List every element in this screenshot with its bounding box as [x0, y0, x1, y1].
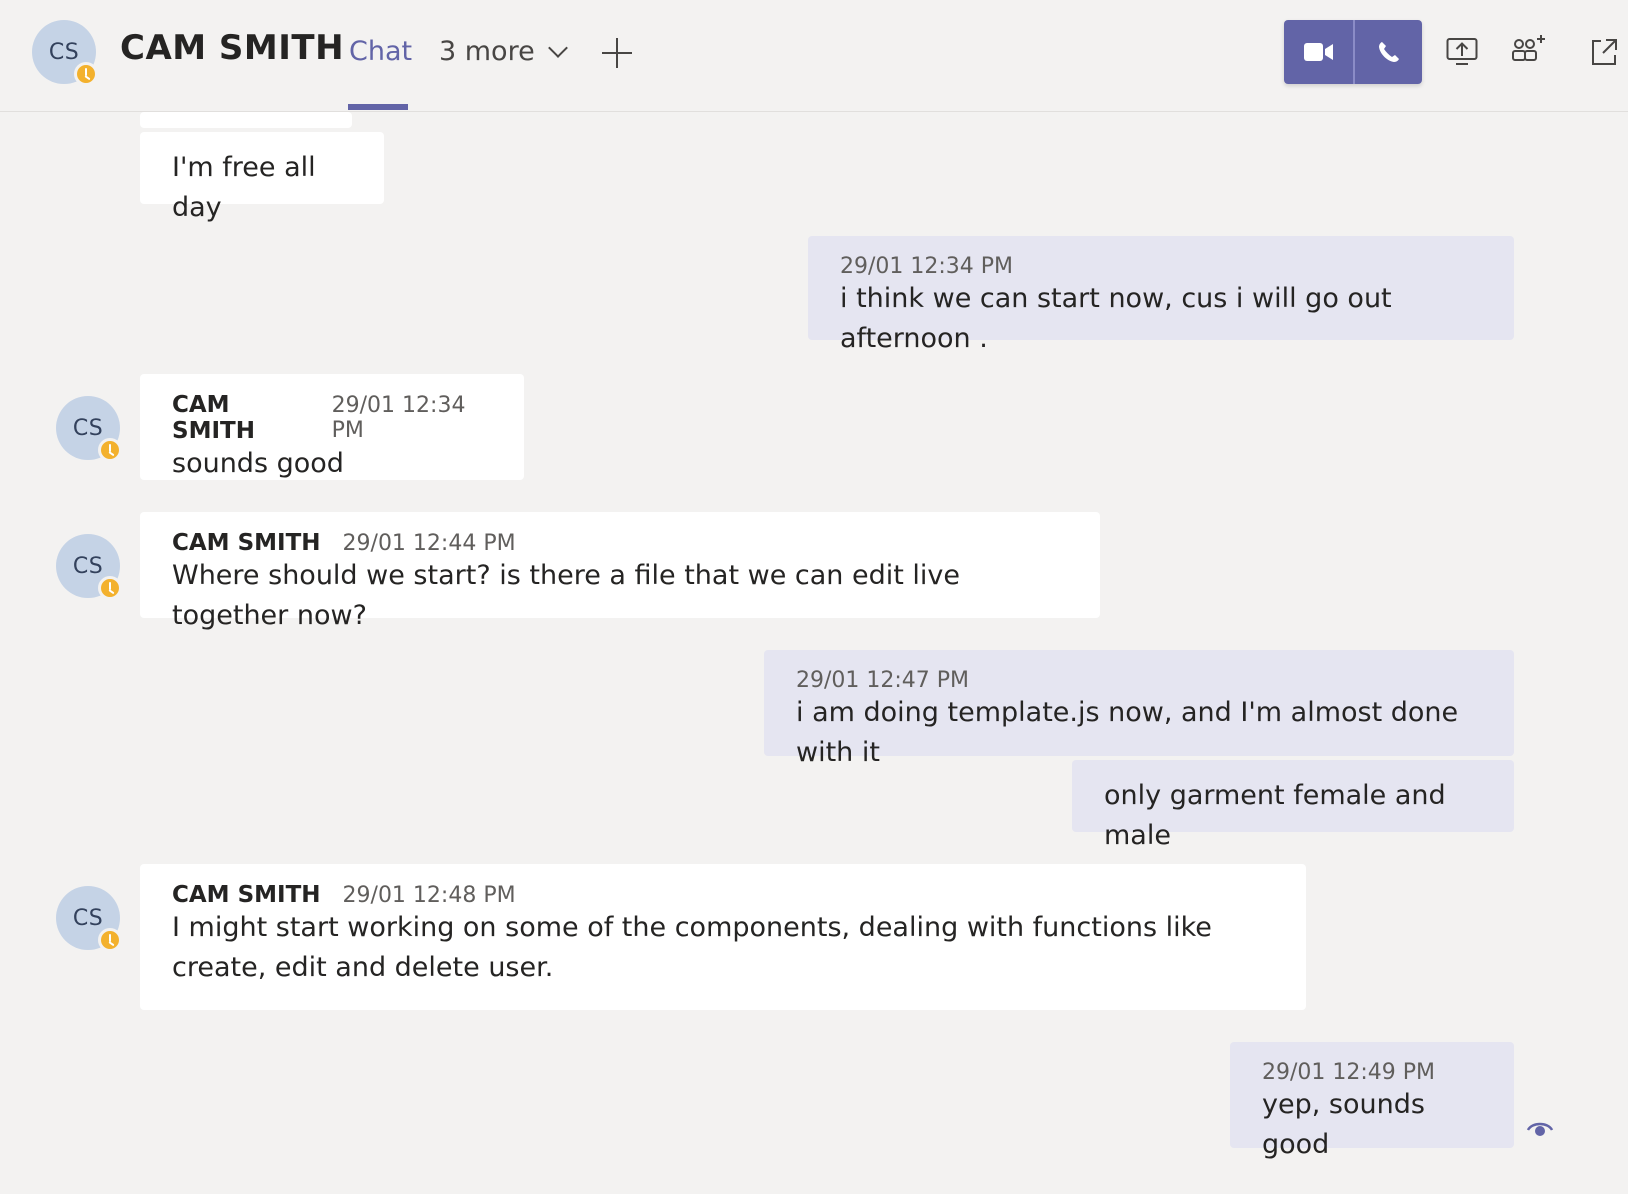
sender-avatar[interactable]: CS	[56, 534, 122, 600]
chevron-down-icon	[547, 37, 568, 58]
message-text: I might start working on some of the com…	[172, 912, 1212, 983]
message-text: only garment female and male	[1104, 780, 1446, 851]
message-meta: CAM SMITH 29/01 12:44 PM	[172, 530, 1068, 556]
video-call-icon	[1303, 43, 1333, 61]
message-timestamp: 29/01 12:34 PM	[331, 393, 466, 443]
message-bubble-partial	[140, 112, 352, 128]
message-bubble[interactable]: CAM SMITH 29/01 12:48 PM I might start w…	[140, 864, 1306, 1010]
video-call-button[interactable]	[1284, 20, 1353, 84]
message-bubble[interactable]: CAM SMITH 29/01 12:34 PM sounds good	[140, 374, 524, 480]
active-tab-indicator	[348, 104, 408, 110]
message-text: yep, sounds good	[1262, 1089, 1425, 1160]
more-tabs-label: 3 more	[439, 36, 535, 67]
message-bubble[interactable]: CAM SMITH 29/01 12:44 PM Where should we…	[140, 512, 1100, 631]
chat-header: CS CAM SMITH Chat 3 more	[0, 0, 1628, 112]
my-message-bubble[interactable]: 29/01 12:49 PM yep, sounds good	[1230, 1042, 1514, 1160]
pop-out-button[interactable]	[1586, 34, 1622, 70]
presence-away-icon	[98, 438, 122, 462]
contact-name: CAM SMITH	[120, 28, 345, 68]
message-meta: CAM SMITH 29/01 12:48 PM	[172, 882, 1274, 908]
message-text: i think we can start now, cus i will go …	[840, 283, 1392, 354]
contact-avatar[interactable]: CS	[32, 20, 98, 86]
presence-away-icon	[98, 576, 122, 600]
tab-chat[interactable]: Chat	[349, 36, 412, 67]
add-people-button[interactable]	[1510, 32, 1546, 68]
message-text: sounds good	[172, 448, 344, 479]
more-tabs-dropdown[interactable]: 3 more	[439, 36, 568, 67]
message-meta: 29/01 12:49 PM	[1262, 1060, 1482, 1085]
message-bubble[interactable]: I'm free all day	[140, 132, 384, 223]
message-timestamp: 29/01 12:44 PM	[342, 531, 516, 556]
avatar-initials: CS	[72, 415, 104, 441]
message-author: CAM SMITH	[172, 530, 321, 556]
avatar-initials: CS	[72, 905, 104, 931]
avatar-initials: CS	[48, 39, 80, 65]
share-screen-icon	[1446, 38, 1478, 65]
message-meta: CAM SMITH 29/01 12:34 PM	[172, 392, 492, 444]
sender-avatar[interactable]: CS	[56, 886, 122, 952]
message-meta: 29/01 12:47 PM	[796, 668, 1482, 693]
message-timestamp: 29/01 12:49 PM	[1262, 1060, 1436, 1085]
audio-call-button[interactable]	[1353, 20, 1422, 84]
pop-out-icon	[1592, 39, 1617, 65]
my-message-bubble[interactable]: only garment female and male	[1072, 760, 1514, 851]
call-button-group	[1284, 20, 1422, 84]
sender-avatar[interactable]: CS	[56, 396, 122, 462]
seen-eye-icon	[1526, 1122, 1554, 1136]
message-timestamp: 29/01 12:47 PM	[796, 668, 970, 693]
message-meta: 29/01 12:34 PM	[840, 254, 1482, 279]
message-text: I'm free all day	[172, 152, 316, 223]
my-message-bubble[interactable]: 29/01 12:34 PM i think we can start now,…	[808, 236, 1514, 354]
my-message-bubble[interactable]: 29/01 12:47 PM i am doing template.js no…	[764, 650, 1514, 768]
avatar-initials: CS	[72, 553, 104, 579]
add-tab-icon[interactable]	[602, 38, 632, 68]
presence-away-icon	[98, 928, 122, 952]
message-text: Where should we start? is there a file t…	[172, 560, 961, 631]
message-author: CAM SMITH	[172, 882, 321, 908]
message-author: CAM SMITH	[172, 392, 255, 444]
presence-away-icon	[74, 62, 98, 86]
audio-call-icon	[1378, 42, 1399, 62]
add-people-icon	[1512, 35, 1545, 61]
share-screen-button[interactable]	[1444, 34, 1480, 70]
message-timestamp: 29/01 12:34 PM	[840, 254, 1014, 279]
message-timestamp: 29/01 12:48 PM	[342, 883, 516, 908]
